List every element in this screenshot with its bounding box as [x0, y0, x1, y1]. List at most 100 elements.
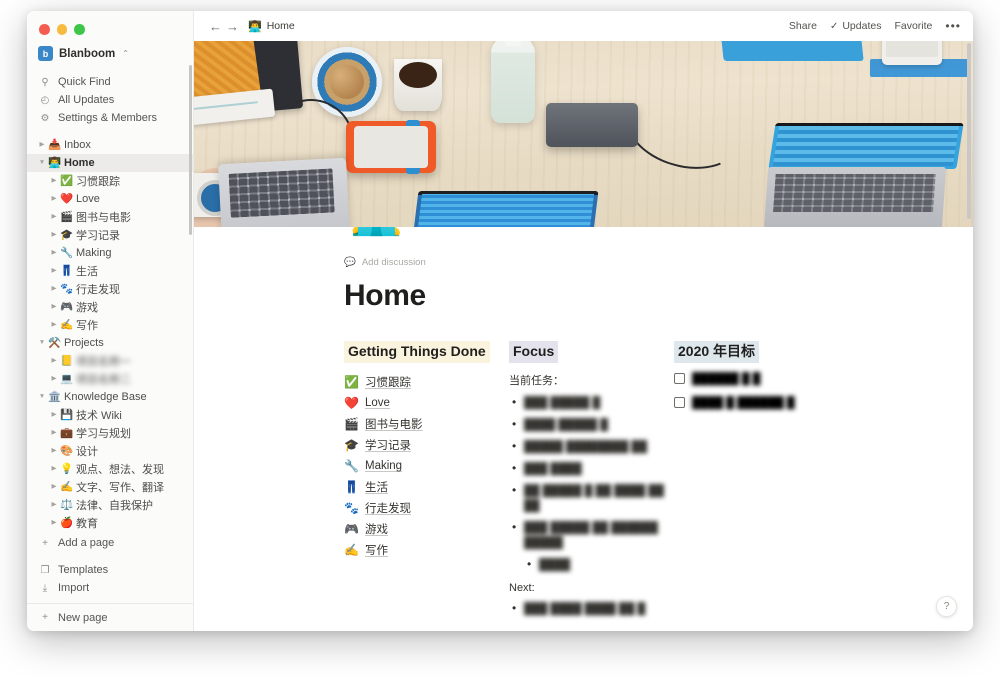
- todo-checkbox[interactable]: [674, 373, 685, 384]
- chevron-right-icon[interactable]: ▶: [49, 460, 59, 478]
- chevron-right-icon[interactable]: ▶: [49, 316, 59, 334]
- chevron-right-icon[interactable]: ▶: [49, 424, 59, 442]
- sidebar-page-row[interactable]: ▶ 💾 技术 Wiki: [27, 406, 193, 424]
- page-link-item[interactable]: ✍️ 写作: [344, 540, 509, 561]
- page-link-item[interactable]: ❤️ Love: [344, 393, 509, 414]
- add-discussion-button[interactable]: 💬 Add discussion: [344, 257, 973, 268]
- todo-item[interactable]: ██████ █ █: [674, 372, 854, 387]
- clock-icon: ◴: [40, 94, 50, 106]
- chevron-right-icon[interactable]: ▶: [49, 262, 59, 280]
- page-link-item[interactable]: 🎬 图书与电影: [344, 414, 509, 435]
- chevron-right-icon[interactable]: ▶: [49, 406, 59, 424]
- sidebar-page-row[interactable]: ▶ 🎬 图书与电影: [27, 208, 193, 226]
- favorite-button[interactable]: Favorite: [894, 20, 932, 32]
- page-cover-image[interactable]: [194, 41, 973, 227]
- sidebar-page-row[interactable]: ▶ 💼 学习与规划: [27, 424, 193, 442]
- bullet-item[interactable]: ███ █████ ██ ██████ █████: [509, 520, 674, 551]
- chevron-right-icon[interactable]: ▶: [49, 352, 59, 370]
- chevron-down-icon[interactable]: ▼: [37, 334, 47, 352]
- chevron-right-icon[interactable]: ▶: [49, 244, 59, 262]
- sidebar-page-row[interactable]: ▶ 🎨 设计: [27, 442, 193, 460]
- sidebar-page-row[interactable]: ▶ ✅ 习惯跟踪: [27, 172, 193, 190]
- share-button[interactable]: Share: [789, 20, 817, 32]
- workspace-switcher[interactable]: b Blanboom ⌃: [27, 41, 193, 66]
- back-arrow-icon[interactable]: ←: [207, 20, 224, 33]
- sidebar-page-row[interactable]: ▶ ✍️ 文字、写作、翻译: [27, 478, 193, 496]
- sidebar-page-row[interactable]: ▶ 👖 生活: [27, 262, 193, 280]
- page-emoji-icon: 💼: [59, 427, 74, 439]
- sidebar-page-row[interactable]: ▶ ⚖️ 法律、自我保护: [27, 496, 193, 514]
- main-scrollbar[interactable]: [967, 43, 971, 219]
- sidebar-page-label: 项目名称二: [76, 374, 131, 386]
- chevron-right-icon[interactable]: ▶: [49, 442, 59, 460]
- chevron-right-icon[interactable]: ▶: [49, 208, 59, 226]
- todo-checkbox[interactable]: [674, 397, 685, 408]
- minimize-window-button[interactable]: [56, 24, 67, 35]
- page-link-item[interactable]: 🐾 行走发现: [344, 498, 509, 519]
- close-window-button[interactable]: [39, 24, 50, 35]
- bullet-item[interactable]: ██ █████ █ ██ ████ ██ ██: [509, 483, 674, 514]
- sidebar-page-row[interactable]: ▶ ❤️ Love: [27, 190, 193, 208]
- sidebar-page-row[interactable]: ▶ 💻 项目名称二: [27, 370, 193, 388]
- chevron-right-icon[interactable]: ▶: [49, 478, 59, 496]
- sidebar-item-settings-members[interactable]: ⚙ Settings & Members: [27, 109, 193, 127]
- breadcrumb[interactable]: 👨‍💻 Home: [248, 20, 295, 33]
- sidebar-page-label: 技术 Wiki: [76, 410, 122, 422]
- chevron-right-icon[interactable]: ▶: [49, 226, 59, 244]
- sidebar-page-row[interactable]: ▶ 📒 项目名称一: [27, 352, 193, 370]
- sidebar-add-a-page-button[interactable]: + Add a page: [27, 534, 193, 552]
- window-traffic-lights[interactable]: [27, 11, 193, 41]
- chevron-right-icon[interactable]: ▶: [49, 190, 59, 208]
- chevron-down-icon[interactable]: ▼: [37, 388, 47, 406]
- chevron-right-icon[interactable]: ▶: [49, 172, 59, 190]
- sidebar-item-templates[interactable]: ❐ Templates: [27, 561, 193, 579]
- sidebar-item-quick-find[interactable]: ⚲ Quick Find: [27, 73, 193, 91]
- sidebar-page-row[interactable]: ▶ 📥 Inbox: [27, 136, 193, 154]
- sidebar-page-row[interactable]: ▼ ⚒️ Projects: [27, 334, 193, 352]
- chevron-right-icon[interactable]: ▶: [49, 280, 59, 298]
- cover-water-bottle: [491, 41, 535, 123]
- sidebar-page-row[interactable]: ▶ 🎮 游戏: [27, 298, 193, 316]
- page-title[interactable]: Home: [344, 279, 973, 313]
- sidebar-new-page-button[interactable]: + New page: [27, 604, 193, 631]
- bullet-item[interactable]: ████ █████ █: [509, 417, 674, 433]
- sidebar-page-row[interactable]: ▶ ✍️ 写作: [27, 316, 193, 334]
- sidebar-page-row[interactable]: ▶ 🔧 Making: [27, 244, 193, 262]
- sidebar-page-row[interactable]: ▶ 🐾 行走发现: [27, 280, 193, 298]
- bullet-item[interactable]: ███ ████: [509, 461, 674, 477]
- sidebar-item-all-updates[interactable]: ◴ All Updates: [27, 91, 193, 109]
- sidebar-page-row[interactable]: ▼ 🏛️ Knowledge Base: [27, 388, 193, 406]
- todo-item[interactable]: ████ █ ██████ █: [674, 396, 854, 411]
- sidebar-page-row[interactable]: ▶ 🎓 学习记录: [27, 226, 193, 244]
- page-link-item[interactable]: 🎓 学习记录: [344, 435, 509, 456]
- page-link-item[interactable]: 🔧 Making: [344, 456, 509, 477]
- zoom-window-button[interactable]: [74, 24, 85, 35]
- page-link-item[interactable]: 🎮 游戏: [344, 519, 509, 540]
- cover-orange-hard-drive: [346, 120, 436, 174]
- bullet-item[interactable]: ███ ████ ████ ██ █: [509, 601, 674, 617]
- page-icon-emoji[interactable]: 👨‍💻: [349, 227, 404, 235]
- chevron-right-icon[interactable]: ▶: [37, 136, 47, 154]
- chevron-down-icon[interactable]: ▼: [37, 154, 47, 172]
- page-link-item[interactable]: 👖 生活: [344, 477, 509, 498]
- sidebar-item-label: Templates: [58, 564, 109, 576]
- bullet-item[interactable]: ████: [524, 557, 674, 573]
- forward-arrow-icon[interactable]: →: [224, 20, 241, 33]
- bullet-item[interactable]: █████ ████████ ██: [509, 439, 674, 455]
- sidebar-page-row[interactable]: ▼ 👨‍💻 Home: [27, 154, 193, 172]
- sidebar-page-row[interactable]: ▶ 💡 观点、想法、发现: [27, 460, 193, 478]
- sidebar-scrollbar[interactable]: [189, 65, 192, 235]
- bullet-item[interactable]: ███ █████ █: [509, 395, 674, 411]
- sidebar-item-import[interactable]: ⤓ Import: [27, 579, 193, 597]
- help-button[interactable]: ?: [936, 596, 957, 617]
- sidebar-page-row[interactable]: ▶ 🍎 教育: [27, 514, 193, 532]
- sidebar-page-label: Projects: [64, 337, 104, 349]
- sidebar-page-label: 写作: [76, 320, 98, 332]
- chevron-right-icon[interactable]: ▶: [49, 514, 59, 532]
- more-options-icon[interactable]: •••: [945, 19, 961, 33]
- chevron-right-icon[interactable]: ▶: [49, 370, 59, 388]
- page-link-item[interactable]: ✅ 习惯跟踪: [344, 372, 509, 393]
- chevron-right-icon[interactable]: ▶: [49, 496, 59, 514]
- chevron-right-icon[interactable]: ▶: [49, 298, 59, 316]
- updates-button[interactable]: Updates: [842, 20, 881, 32]
